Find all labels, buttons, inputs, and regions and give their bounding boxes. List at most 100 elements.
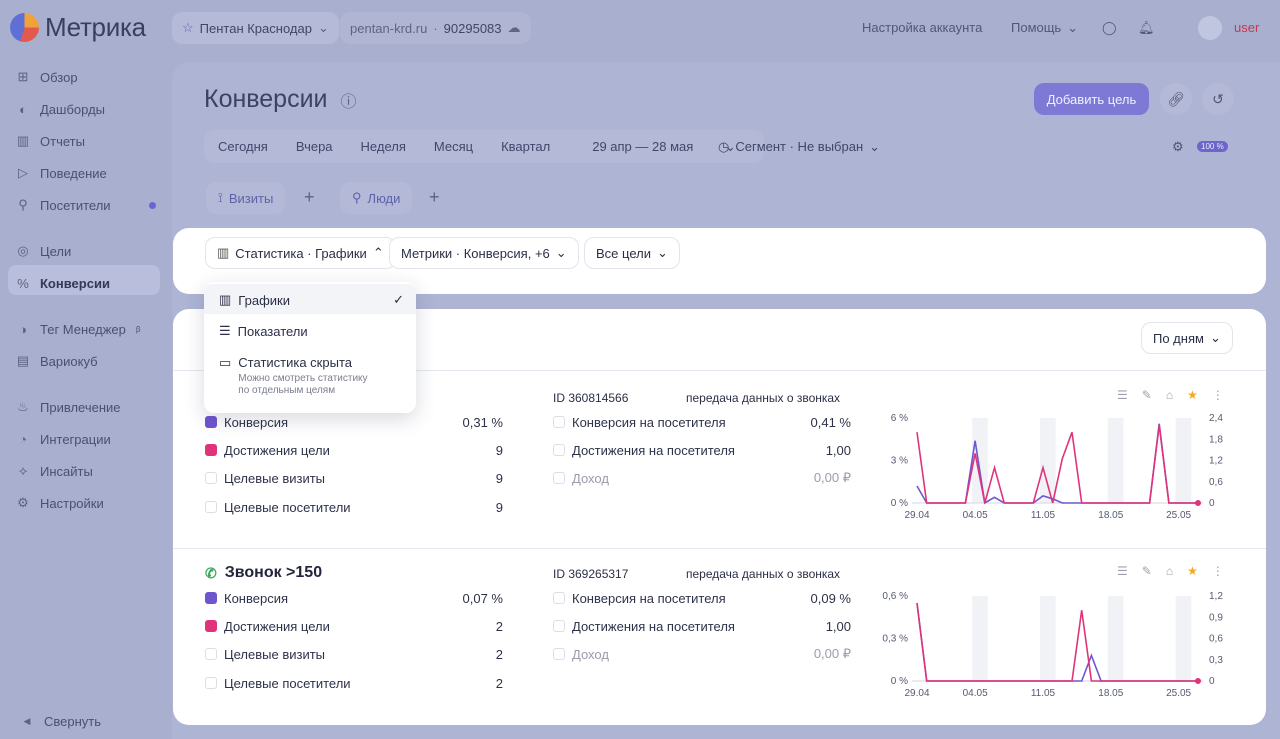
counter-selector[interactable]: ☆ Пентан Краснодар ⌄: [172, 12, 339, 44]
y-right-tick: 0,9: [1209, 612, 1223, 623]
clock-icon: ◷: [718, 139, 730, 154]
goal-type: передача данных о звонках: [686, 391, 841, 405]
pencil-icon[interactable]: ✎: [1142, 564, 1152, 578]
person-icon: ⚲: [18, 197, 28, 212]
more-icon[interactable]: ⋮: [1212, 388, 1224, 402]
y-right-tick: 1,8: [1209, 434, 1223, 445]
menu-item-indicators[interactable]: ☰ Показатели: [219, 323, 308, 339]
period-yesterday[interactable]: Вчера: [282, 139, 347, 154]
sidebar-item-label: Отчеты: [40, 133, 85, 149]
link-icon[interactable]: 🔗︎: [1160, 83, 1192, 115]
date-range-text: 29 апр — 28 мая: [592, 138, 694, 154]
menu-item-hidden-note: Можно смотреть статистику: [238, 373, 368, 384]
y-right-tick: 0,3: [1209, 655, 1223, 666]
info-icon[interactable]: ⓘ: [340, 94, 356, 111]
counter-info[interactable]: pentan-krd.ru · 90295083 ☁: [340, 12, 531, 44]
conversion-chart: 0,6 % 0,3 % 0 % 1,2 0,9 0,6 0,3 0 29.04 04.05 11.0…: [882, 591, 1223, 699]
help-menu[interactable]: Помощь ⌄: [1011, 20, 1078, 36]
y-right-tick: 0,6: [1209, 634, 1223, 645]
add-people-filter-button[interactable]: +: [429, 187, 440, 208]
menu-item-hidden-stats[interactable]: ▭ Статистика скрыта Можно смотреть стати…: [219, 355, 368, 396]
x-tick: 29.04: [904, 688, 929, 699]
view-mode-dropdown[interactable]: ▥ Статистика · Графики ⌃: [205, 237, 396, 269]
menu-item-charts[interactable]: ▥ Графики ✓: [219, 292, 404, 308]
chevron-down-icon: ⌄: [656, 245, 668, 260]
sliders-icon[interactable]: ⚙: [1172, 139, 1184, 155]
chat-icon[interactable]: ◯: [1102, 20, 1117, 36]
person-icon: ⚲: [352, 190, 362, 205]
weekend-band: [972, 596, 988, 681]
add-goal-button[interactable]: Добавить цель: [1034, 83, 1149, 115]
history-icon[interactable]: ↺: [1202, 83, 1234, 115]
sidebar-item-label: Поведение: [40, 165, 107, 181]
chip-people-label: Люди: [367, 190, 401, 206]
x-tick: 18.05: [1098, 688, 1123, 699]
play-icon: ▷: [18, 165, 28, 180]
divider: [173, 548, 1266, 549]
x-tick: 11.05: [1031, 510, 1056, 521]
star-icon[interactable]: ★: [1187, 388, 1198, 402]
app-title: Метрика: [45, 12, 146, 42]
tag-icon[interactable]: ⌂: [1166, 388, 1173, 402]
sidebar-item-3[interactable]: ▥ Отчеты: [16, 131, 85, 151]
sidebar-item-4[interactable]: ▷ Поведение: [16, 163, 107, 183]
menu-item-indicators-label: Показатели: [237, 323, 308, 339]
sidebar-item-2[interactable]: ◐ Дашборды: [16, 99, 105, 119]
y-left-tick: 0,3 %: [882, 634, 908, 645]
stack-icon[interactable]: ☰: [1117, 388, 1128, 402]
stack-icon: ☰: [219, 323, 231, 338]
goals-dropdown[interactable]: Все цели ⌄: [584, 237, 680, 269]
y-left-tick: 0 %: [891, 498, 908, 509]
goal-type: передача данных о звонках: [686, 567, 841, 581]
hidden-icon: ▭: [219, 355, 232, 370]
metrics-label: Метрики · Конверсия, +6: [401, 245, 550, 261]
period-today[interactable]: Сегодня: [204, 139, 282, 154]
site-domain: pentan-krd.ru: [350, 20, 428, 36]
chip-visits[interactable]: ⟟ Визиты: [206, 182, 286, 214]
chip-people[interactable]: ⚲ Люди: [340, 182, 413, 214]
counter-name: Пентан Краснодар: [199, 20, 312, 36]
sidebar-item-1[interactable]: ⊞ Обзор: [16, 67, 78, 87]
user-name[interactable]: user: [1234, 20, 1259, 35]
period-quarter[interactable]: Квартал: [487, 139, 564, 154]
variocube-icon: ▤: [16, 353, 30, 368]
tag-icon[interactable]: ⌂: [1166, 564, 1173, 578]
sidebar-item-6[interactable]: ◎ Цели: [16, 241, 71, 261]
bell-icon[interactable]: 🔔︎: [1138, 20, 1155, 36]
sampling-badge[interactable]: 100 %: [1197, 141, 1228, 152]
page-title: Конверсии ⓘ: [204, 85, 356, 114]
target-icon: ◎: [17, 243, 29, 258]
app-logo[interactable]: Метрика: [10, 12, 146, 43]
sidebar-item-7[interactable]: % Конверсии: [16, 273, 110, 293]
goal-name[interactable]: Звонок >150: [225, 564, 322, 582]
sidebar-item-5[interactable]: ⚲ Посетители: [16, 195, 156, 215]
period-month[interactable]: Месяц: [420, 139, 487, 154]
stack-icon[interactable]: ☰: [1117, 564, 1128, 578]
group-by-dropdown[interactable]: По дням ⌄: [1141, 322, 1233, 354]
account-settings-link[interactable]: Настройка аккаунта: [862, 20, 982, 35]
metrics-dropdown[interactable]: Метрики · Конверсия, +6 ⌄: [389, 237, 579, 269]
period-week[interactable]: Неделя: [347, 139, 420, 154]
period-selector: Сегодня Вчера Неделя Месяц Квартал 29 ап…: [204, 130, 764, 163]
goals-label: Все цели: [596, 245, 651, 261]
star-icon[interactable]: ★: [1187, 564, 1198, 578]
chevron-down-icon: ⌄: [1067, 20, 1079, 35]
visits-icon: ⟟: [218, 190, 223, 205]
more-icon[interactable]: ⋮: [1212, 564, 1224, 578]
pencil-icon[interactable]: ✎: [1142, 388, 1152, 402]
tag-manager-icon: ◑: [19, 321, 27, 337]
x-tick: 11.05: [1031, 688, 1056, 699]
avatar[interactable]: [1198, 16, 1222, 40]
chevron-down-icon: ⌄: [317, 20, 329, 35]
sidebar-item-8[interactable]: ◑ Тег Менеджер β: [16, 319, 140, 339]
beta-badge: β: [135, 324, 141, 334]
group-by-label: По дням: [1153, 330, 1204, 346]
goal-title: ✆ Звонок >150: [205, 564, 322, 582]
segment-selector[interactable]: ◷ Сегмент · Не выбран ⌄: [718, 139, 880, 155]
sidebar-item-label: Посетители: [40, 197, 111, 213]
sidebar-item-9[interactable]: ▤ Вариокуб: [16, 351, 98, 371]
dashboard-icon: ◐: [19, 101, 27, 117]
x-tick: 25.05: [1166, 510, 1191, 521]
add-visits-filter-button[interactable]: +: [304, 187, 315, 208]
star-outline-icon: ☆: [182, 20, 194, 35]
